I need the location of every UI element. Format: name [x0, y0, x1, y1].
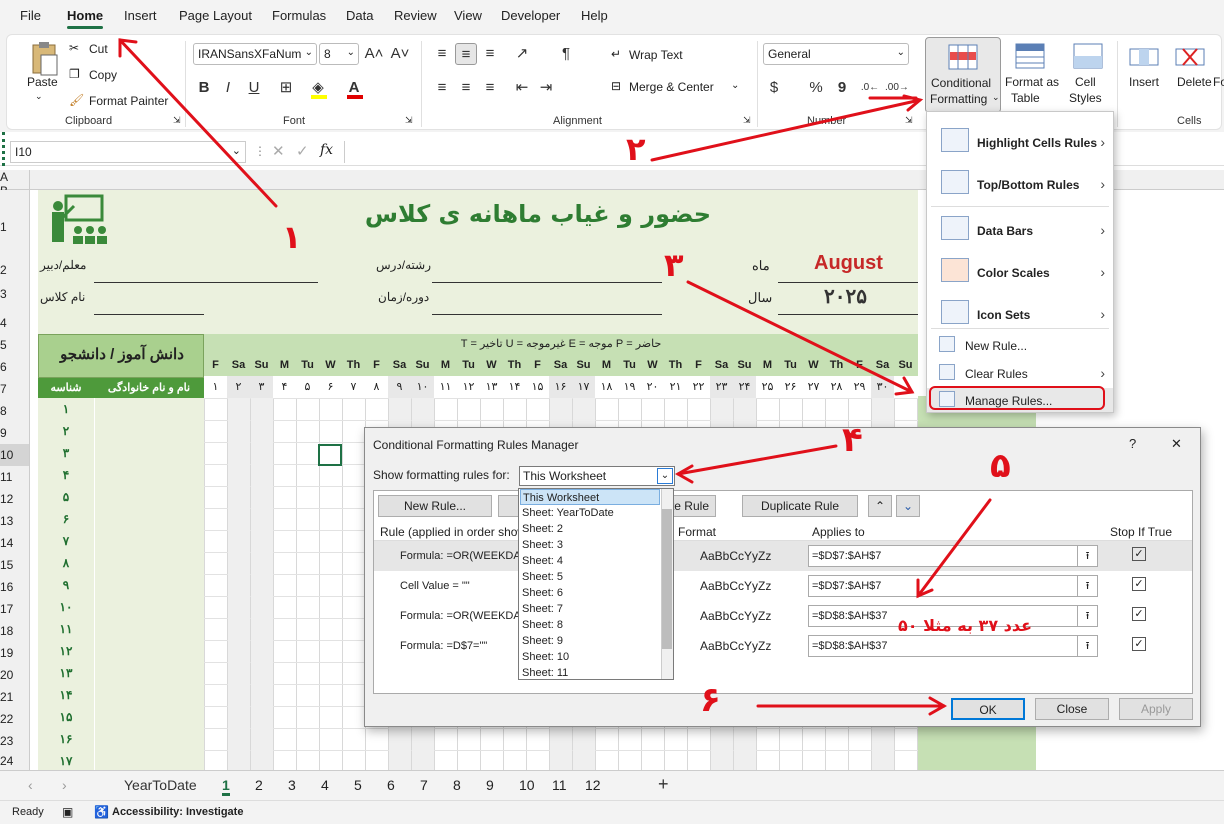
sheet-tab[interactable]: 4 [321, 777, 329, 793]
chevron-right-icon[interactable]: › [62, 777, 67, 793]
sheet-tab-ytd[interactable]: YearToDate [124, 777, 197, 793]
sheet-tab[interactable]: 2 [255, 777, 263, 793]
annotation-5: ۵ [990, 446, 1011, 486]
sheet-tab[interactable]: 5 [354, 777, 362, 793]
sheet-tab[interactable]: 11 [552, 777, 567, 793]
sheet-tab[interactable]: 1 [222, 777, 230, 796]
annotation-4: ۴ [842, 420, 863, 460]
sheet-tab[interactable]: 9 [486, 777, 494, 793]
sheet-tab[interactable]: 7 [420, 777, 428, 793]
sheet-tab-list: 1 2 3 4 5 6 7 8 9 10 11 12 [210, 771, 650, 801]
status-ready: Ready [12, 806, 44, 818]
sheet-tab[interactable]: 10 [519, 777, 535, 793]
annotation-arrows [118, 38, 992, 716]
add-sheet-button[interactable]: + [658, 774, 669, 795]
sheet-tab[interactable]: 6 [387, 777, 395, 793]
annotation-6: ۶ [700, 680, 721, 720]
macro-icon[interactable]: ▣ [62, 805, 73, 819]
accessibility-status[interactable]: Accessibility: Investigate [112, 806, 243, 818]
accessibility-icon: ♿ [94, 805, 109, 819]
status-bar: Ready ▣ ♿ Accessibility: Investigate [0, 800, 1224, 824]
chevron-left-icon[interactable]: ‹ [28, 777, 33, 793]
annotation-3: ۳ [664, 246, 684, 284]
annotation-note: عدد ۳۷ به مثلا ۵۰ [898, 616, 1033, 635]
annotation-2: ۲ [626, 130, 646, 168]
annotation-1: ۱ [282, 218, 302, 256]
sheet-tab[interactable]: 3 [288, 777, 296, 793]
sheet-tab[interactable]: 8 [453, 777, 461, 793]
sheet-tabs-bar: ‹ › YearToDate 1 2 3 4 5 6 7 8 9 10 11 12 + [0, 770, 1224, 800]
sheet-tab[interactable]: 12 [585, 777, 601, 793]
